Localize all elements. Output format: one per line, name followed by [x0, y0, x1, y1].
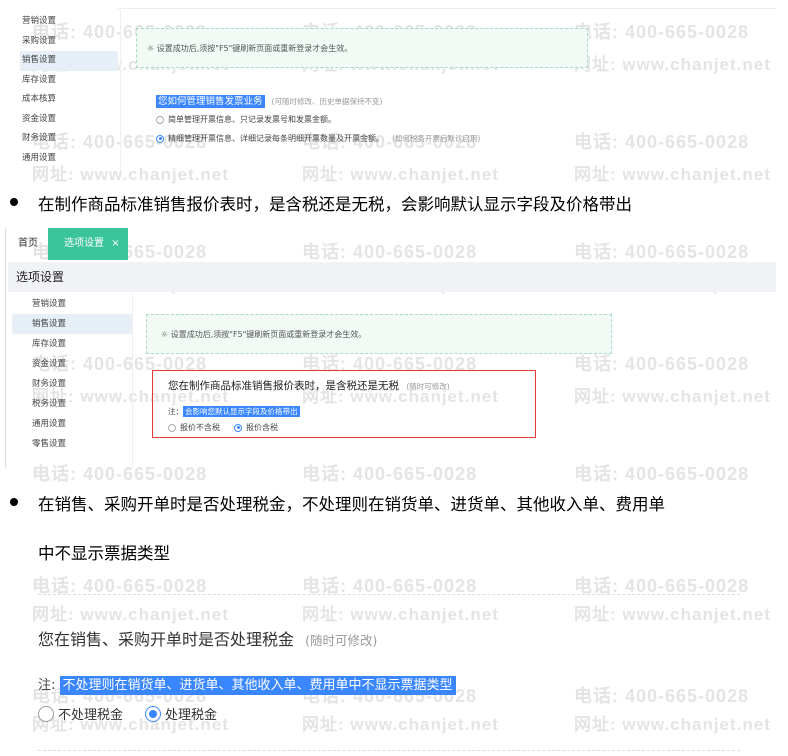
sidebar-item-marketing[interactable]: 营销设置: [20, 12, 118, 32]
radio-checked-icon[interactable]: [145, 705, 162, 722]
divider: [118, 8, 776, 9]
note-prefix: 注：: [168, 407, 183, 416]
question-note: 注： 会影响您默认显示字段及价格带出: [168, 406, 300, 417]
sidebar-item-marketing[interactable]: 营销设置: [12, 294, 132, 314]
invoice-question: 您如何管理销售发票业务 (可随时修改、历史单据保持不变): [156, 93, 383, 108]
quote-tax-question: 您在制作商品标准销售报价表时，是含税还是无税 (随时可修改): [168, 378, 450, 393]
sidebar-item-inventory[interactable]: 库存设置: [20, 71, 118, 91]
bullet-item: 在制作商品标准销售报价表时，是含税还是无税，会影响默认显示字段及价格带出: [10, 191, 632, 215]
option-tax-handling[interactable]: 处理税金: [165, 704, 217, 723]
bullet-item: 在销售、采购开单时是否处理税金，不处理则在销货单、进货单、其他收入单、费用单: [10, 491, 665, 515]
option-label: 报价不含税: [180, 423, 220, 432]
sidebar-item-funds[interactable]: 资金设置: [20, 110, 118, 130]
question-hint: (可随时修改、历史单据保持不变): [271, 97, 383, 106]
notice-text: 设置成功后,须按"F5"键刷新页面或重新登录才会生效。: [170, 330, 367, 339]
question-note: 注: 不处理则在销货单、进货单、其他收入单、费用单中不显示票据类型: [38, 674, 456, 695]
radio-checked-icon[interactable]: [156, 134, 164, 143]
tax-handling-options: 不处理税金 处理税金: [38, 704, 239, 723]
question-hint: (随时可修改): [305, 633, 378, 648]
screenshot-invoice-settings: 营销设置 采购设置 销售设置 库存设置 成本核算 资金设置 财务设置 通用设置 …: [0, 0, 776, 170]
screenshot-quote-tax-settings: 首页 选项设置 × 选项设置 营销设置 销售设置 库存设置 资金设置 财务设置 …: [0, 228, 776, 468]
note-text: 会影响您默认显示字段及价格带出: [183, 406, 300, 417]
sidebar-item-purchase[interactable]: 采购设置: [20, 32, 118, 52]
sidebar-item-tax[interactable]: 税务设置: [12, 394, 132, 414]
tab-bar: 首页 选项设置 ×: [8, 228, 128, 260]
question-hint: (随时可修改): [406, 382, 450, 391]
option-quote-excl-tax[interactable]: 报价不含税: [168, 422, 220, 433]
sidebar-item-sales[interactable]: 销售设置: [12, 314, 132, 334]
divider: [38, 594, 740, 595]
radio-unchecked-icon[interactable]: [168, 423, 176, 432]
lightbulb-icon: ☼: [161, 330, 169, 339]
radio-unchecked-icon[interactable]: [156, 115, 164, 124]
bullet-dot-icon: [10, 198, 18, 206]
option-detailed-invoice[interactable]: 精细管理开票信息、详细记录每条明细开票数量及开票金额。 (如何税务开票后默认启用…: [156, 133, 480, 144]
tab-home[interactable]: 首页: [8, 228, 48, 260]
sidebar-item-finance[interactable]: 财务设置: [12, 374, 132, 394]
note-prefix: 注:: [38, 678, 56, 693]
bullet-text-continued: 中不显示票据类型: [38, 544, 170, 563]
option-simple-invoice[interactable]: 简单管理开票信息、只记录发票号和发票金额。: [156, 114, 336, 125]
refresh-notice: ☼ 设置成功后,须按"F5"键刷新页面或重新登录才会生效。: [146, 314, 612, 354]
divider: [38, 750, 740, 751]
sidebar-item-finance[interactable]: 财务设置: [20, 129, 118, 149]
notice-text: 设置成功后,须按"F5"键刷新页面或重新登录才会生效。: [156, 44, 353, 53]
bullet-dot-icon: [10, 498, 18, 506]
radio-checked-icon[interactable]: [234, 423, 242, 432]
settings-sidebar: 营销设置 销售设置 库存设置 资金设置 财务设置 税务设置 通用设置 零售设置: [12, 294, 132, 454]
option-label: 简单管理开票信息、只记录发票号和发票金额。: [168, 115, 336, 124]
lightbulb-icon: ☼: [147, 44, 155, 53]
note-text: 不处理则在销货单、进货单、其他收入单、费用单中不显示票据类型: [59, 676, 456, 695]
question-title: 您在制作商品标准销售报价表时，是含税还是无税: [168, 380, 399, 392]
option-no-tax-handling[interactable]: 不处理税金: [58, 704, 123, 723]
sidebar-item-funds[interactable]: 资金设置: [12, 354, 132, 374]
option-quote-incl-tax[interactable]: 报价含税: [234, 422, 278, 433]
radio-unchecked-icon[interactable]: [38, 705, 54, 722]
divider: [120, 10, 121, 170]
screenshot-tax-handling-settings: 您在销售、采购开单时是否处理税金 (随时可修改) 注: 不处理则在销货单、进货单…: [0, 580, 788, 756]
option-hint: (如何税务开票后默认启用): [392, 134, 481, 143]
sidebar-item-inventory[interactable]: 库存设置: [12, 334, 132, 354]
question-title: 您如何管理销售发票业务: [156, 95, 265, 108]
sidebar-item-sales[interactable]: 销售设置: [20, 51, 118, 71]
sidebar-item-general[interactable]: 通用设置: [20, 149, 118, 169]
option-label: 精细管理开票信息、详细记录每条明细开票数量及开票金额。: [168, 134, 384, 143]
divider: [5, 228, 6, 468]
option-label: 报价含税: [246, 423, 278, 432]
page-title: 选项设置: [8, 262, 776, 292]
bullet-text: 在制作商品标准销售报价表时，是含税还是无税，会影响默认显示字段及价格带出: [38, 195, 632, 214]
settings-sidebar: 营销设置 采购设置 销售设置 库存设置 成本核算 资金设置 财务设置 通用设置: [20, 12, 118, 163]
sidebar-item-retail[interactable]: 零售设置: [12, 434, 132, 454]
bullet-text: 在销售、采购开单时是否处理税金，不处理则在销货单、进货单、其他收入单、费用单: [38, 495, 665, 514]
sidebar-item-cost[interactable]: 成本核算: [20, 90, 118, 110]
sidebar-item-general[interactable]: 通用设置: [12, 414, 132, 434]
close-icon[interactable]: ×: [111, 238, 119, 249]
tab-label: 选项设置: [64, 238, 104, 249]
question-title: 您在销售、采购开单时是否处理税金: [38, 630, 295, 649]
tax-handling-question: 您在销售、采购开单时是否处理税金 (随时可修改): [38, 626, 377, 650]
divider: [132, 294, 133, 468]
refresh-notice: ☼ 设置成功后,须按"F5"键刷新页面或重新登录才会生效。: [136, 28, 588, 68]
tab-options[interactable]: 选项设置 ×: [48, 228, 128, 260]
